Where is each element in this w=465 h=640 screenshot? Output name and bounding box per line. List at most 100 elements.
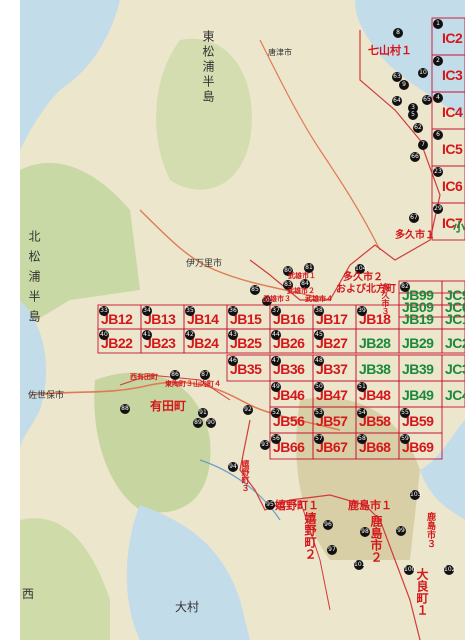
- grid-cell-number-badge: 1: [433, 19, 443, 29]
- map-number-badge: 66: [410, 152, 420, 162]
- grid-cell-number-badge: 49: [271, 382, 281, 392]
- map-number-badge: 97: [327, 545, 337, 555]
- label-karatsu: 唐津市: [268, 48, 292, 57]
- label-taku1: 多久市１: [395, 230, 435, 241]
- grid-cell-number-badge: 43: [228, 330, 238, 340]
- grid-cell-number-badge: 41: [142, 330, 152, 340]
- grid-cell-label: IC3: [442, 67, 463, 83]
- label-taku3: 多久市３: [381, 283, 390, 315]
- label-ureshino2: 嬉野町２: [303, 512, 317, 560]
- grid-cell-number-badge: 59: [400, 434, 410, 444]
- map-number-badge: 7: [418, 140, 428, 150]
- label-nishi: 西: [22, 587, 35, 601]
- label-ureshino1: 嬉野町１: [275, 499, 319, 512]
- label-nanayama: 七山村１: [368, 44, 412, 57]
- grid-cell-number-badge: 35: [185, 306, 195, 316]
- grid-cell-number-badge: 50: [314, 382, 324, 392]
- grid-cell-number-badge: 57: [314, 434, 324, 444]
- map-number-badge: 91: [198, 408, 208, 418]
- label-omura: 大村: [175, 600, 200, 614]
- map-number-badge: 101: [354, 560, 366, 570]
- map-number-badge: 93: [260, 440, 270, 450]
- grid-cell-number-badge: 53: [314, 408, 324, 418]
- map-number-badge: 10: [418, 68, 428, 78]
- label-imari: 伊万里市: [186, 259, 223, 269]
- grid-cell-number-badge: 36: [228, 306, 238, 316]
- map-number-badge: 103: [410, 490, 422, 500]
- grid-cell-label: JC0: [445, 299, 465, 315]
- map-number-badge: 64: [392, 96, 402, 106]
- grid-cell-label: JB28: [359, 335, 391, 351]
- map-number-badge: 88: [120, 404, 130, 414]
- map-number-badge: 85: [250, 285, 260, 295]
- grid-cell-number-badge: 38: [314, 306, 324, 316]
- map-number-badge: 96: [323, 520, 333, 530]
- map-number-badge: 92: [243, 405, 253, 415]
- grid-cell-number-badge: 82: [400, 282, 410, 292]
- grid-cell-label: JC2: [445, 335, 465, 351]
- grid-cell-number-badge: 23: [433, 167, 443, 177]
- grid-cell-number-badge: 55: [400, 408, 410, 418]
- grid-cell-label: JC3: [445, 361, 465, 377]
- grid-cell-number-badge: 46: [228, 356, 238, 366]
- label-kashima3: 鹿島市３: [425, 512, 435, 548]
- grid-cell-label: JB39: [402, 361, 434, 377]
- grid-cell-number-badge: 51: [357, 382, 367, 392]
- label-tohara: 東陶町３: [165, 380, 193, 388]
- grid-cell-number-badge: 56: [271, 434, 281, 444]
- left-margin: [0, 0, 20, 640]
- label-yamauchi: 山内町４: [193, 380, 221, 388]
- map-number-badge: 65: [422, 95, 432, 105]
- grid-cell-number-badge: 39: [357, 306, 367, 316]
- grid-cell-label: JB29: [402, 335, 434, 351]
- grid-cell-number-badge: 54: [357, 408, 367, 418]
- label-ureshino3: 嬉野町３: [241, 460, 250, 492]
- label-sho: 小: [453, 220, 465, 234]
- map-number-badge: 99: [396, 526, 406, 536]
- grid-cell-number-badge: 48: [314, 356, 324, 366]
- grid-cell-label: JC4: [445, 387, 465, 403]
- grid-cell-label: IC6: [442, 178, 463, 194]
- label-nishiarita: 西有田町: [130, 373, 158, 381]
- grid-cell-number-badge: 6: [433, 130, 443, 140]
- map-number-badge: 90: [206, 418, 216, 428]
- label-sasebo: 佐世保市: [28, 391, 65, 401]
- grid-cell-number-badge: 58: [357, 434, 367, 444]
- grid-cell-number-badge: 4: [433, 93, 443, 103]
- label-takeo1: 武雄市１: [288, 272, 316, 280]
- map-number-badge: 94: [228, 462, 238, 472]
- map-number-badge: 89: [193, 418, 203, 428]
- label-tara1: 大良町１: [415, 568, 429, 616]
- map-number-badge: 95: [265, 500, 275, 510]
- grid-cell-label: JB09: [402, 299, 434, 315]
- grid-cell-label: JB38: [359, 361, 391, 377]
- map-number-badge: 100: [404, 565, 416, 575]
- grid-cell-number-badge: 52: [271, 408, 281, 418]
- grid-cell-number-badge: 29: [433, 204, 443, 214]
- map-number-badge: 62: [413, 123, 423, 133]
- label-takeo3: 武雄市３: [263, 295, 291, 303]
- grid-cell-number-badge: 45: [314, 330, 324, 340]
- map-number-badge: 5: [408, 110, 418, 120]
- grid-cell-number-badge: 42: [185, 330, 195, 340]
- grid-cell-number-badge: 40: [99, 330, 109, 340]
- label-kita-matsura: 北松浦半島: [27, 230, 41, 330]
- grid-cell-number-badge: 37: [271, 306, 281, 316]
- label-higashi-matsura: 東松浦半島: [201, 30, 215, 105]
- grid-cell-number-badge: 33: [99, 306, 109, 316]
- grid-cell-label: IC4: [442, 104, 463, 120]
- label-arita: 有田町: [150, 399, 187, 413]
- label-takeo4: 武雄市４: [305, 295, 333, 303]
- grid-cell-label: JB49: [402, 387, 434, 403]
- grid-cell-number-badge: 47: [271, 356, 281, 366]
- map-number-badge: 63: [392, 72, 402, 82]
- label-kashima1: 鹿島市１: [348, 499, 392, 512]
- grid-cell-label: IC2: [442, 30, 463, 46]
- map-number-badge: 102: [444, 565, 456, 575]
- label-kashima2: 鹿島市２: [369, 515, 383, 563]
- map-number-badge: 9: [399, 80, 409, 90]
- grid-cell-number-badge: 2: [433, 56, 443, 66]
- map-number-badge: 8: [393, 28, 403, 38]
- grid-cell-label: IC5: [442, 141, 463, 157]
- grid-cell-number-badge: 34: [142, 306, 152, 316]
